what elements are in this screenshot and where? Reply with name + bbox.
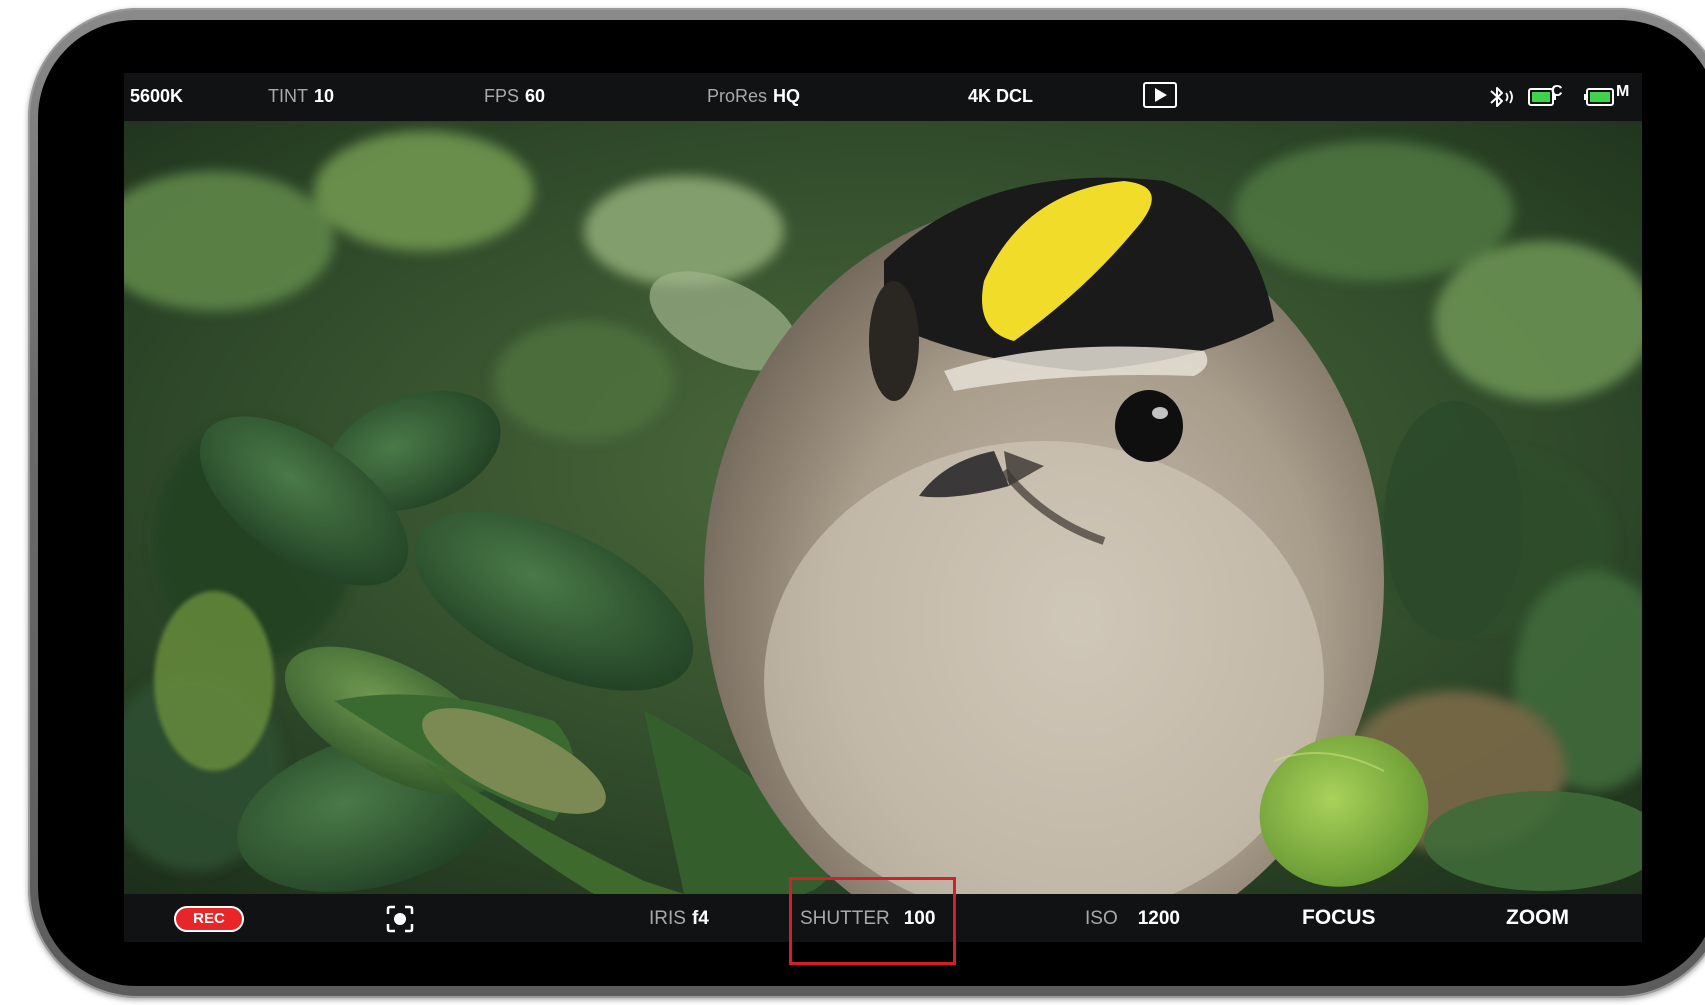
codec-label: ProRes: [707, 86, 768, 106]
record-button[interactable]: REC: [174, 906, 244, 932]
monitor-battery-icon: [1584, 88, 1614, 106]
focus-frame-icon[interactable]: [386, 905, 414, 933]
iris-setting[interactable]: IRIS f4: [649, 908, 709, 930]
codec-value: HQ: [773, 86, 801, 106]
bird-photo: [124, 121, 1642, 894]
focus-button[interactable]: FOCUS: [1302, 906, 1376, 930]
iso-label: ISO: [1085, 908, 1118, 929]
playback-button[interactable]: [1143, 82, 1177, 108]
white-balance-value: 5600K: [130, 86, 184, 106]
zoom-button[interactable]: ZOOM: [1506, 906, 1569, 930]
fps-value: 60: [525, 86, 546, 106]
live-view-image[interactable]: [124, 121, 1642, 894]
iris-label: IRIS: [649, 908, 686, 929]
white-balance-setting[interactable]: 5600K: [130, 86, 183, 107]
top-status-bar: 5600K TINT 10 FPS 60 ProRes HQ 4K DCL C …: [124, 73, 1642, 121]
tint-value: 10: [314, 86, 335, 106]
resolution-value: 4K DCL: [968, 86, 1034, 106]
fps-setting[interactable]: FPS 60: [484, 86, 545, 107]
tint-setting[interactable]: TINT 10: [268, 86, 334, 107]
iris-value: f4: [691, 908, 709, 929]
tint-label: TINT: [268, 86, 308, 106]
iso-value: 1200: [1137, 908, 1181, 929]
resolution-setting[interactable]: 4K DCL: [968, 86, 1033, 107]
iso-setting[interactable]: ISO 1200: [1085, 908, 1180, 930]
camera-battery-letter: C: [1551, 83, 1563, 100]
monitor-battery-letter: M: [1616, 83, 1630, 100]
play-icon: [1155, 88, 1167, 102]
fps-label: FPS: [484, 86, 520, 106]
bluetooth-icon: [1490, 87, 1513, 107]
codec-setting[interactable]: ProRes HQ: [707, 86, 800, 107]
monitor-screen: 5600K TINT 10 FPS 60 ProRes HQ 4K DCL C …: [124, 73, 1642, 942]
shutter-highlight-box: [789, 877, 956, 965]
